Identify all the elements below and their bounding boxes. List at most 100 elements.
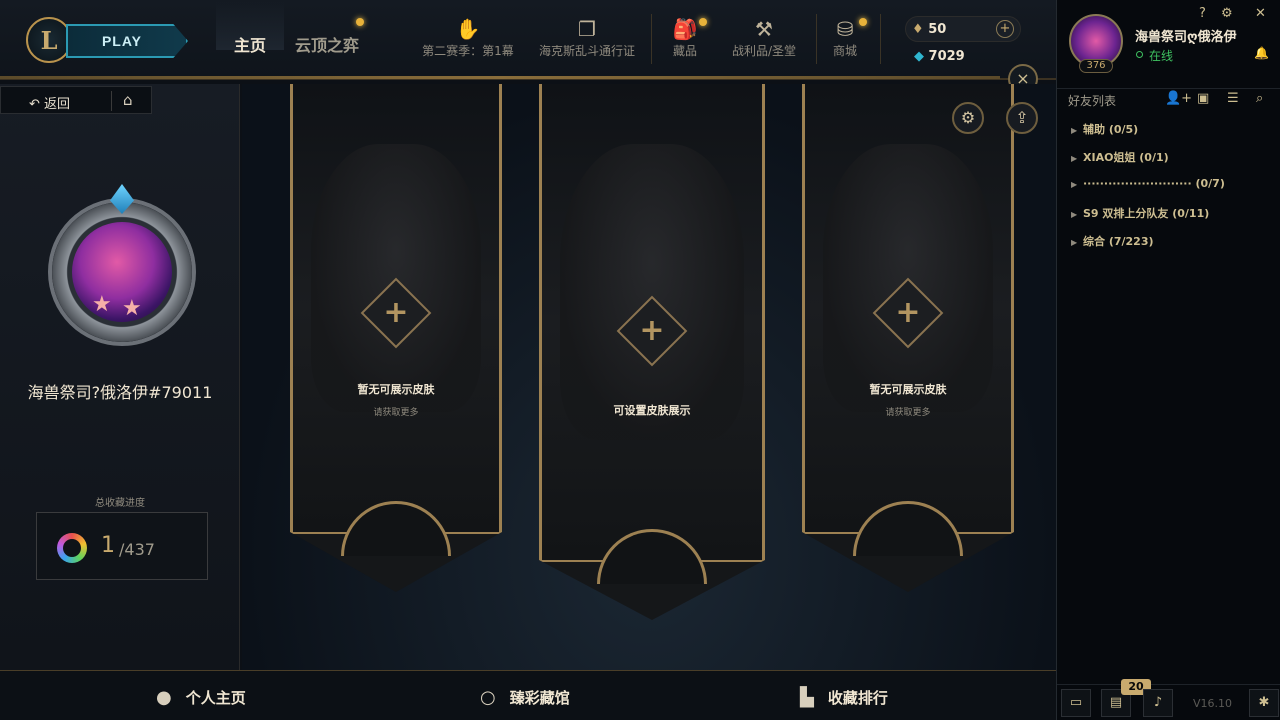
chevron-right-icon: ▶ [1071,180,1078,189]
summoner-name: 海兽祭司?俄洛伊#79011 [27,383,213,402]
ring-icon: ○ [480,687,496,708]
collection-progress-label: 总收藏进度 [95,498,145,509]
banner-title: 暂无可展示皮肤 [357,383,435,396]
ranking-icon: ▙ [800,687,814,708]
tab-label: 臻彩藏馆 [509,689,570,707]
plus-icon: + [895,295,921,330]
friend-group-label: S9 双排上分队友 (0/11) [1083,207,1210,220]
profile-left-panel: ↶ 返回 ⌂ ★ ★ 海兽祭司?俄洛伊#79011 总收藏进度 1 /437 [0,84,240,670]
friend-group[interactable]: ▶ XIAO姐姐 (0/1) [1071,149,1169,165]
help-icon[interactable]: ? [1199,6,1206,21]
list-view-icon[interactable]: ☰ [1227,91,1239,106]
sidebar-bottom-bar: ▭ ▤ 20 ♪ V16.10 ✱ [1057,679,1280,720]
microphone-icon[interactable]: ♪ [1143,689,1173,717]
be-value: 7029 [928,49,965,64]
banner-decoration [560,144,744,440]
collection-notification-dot [699,18,707,26]
top-nav-bar: L PLAY 主页 云顶之弈 ✋ 第二赛季：第1幕 ❐ 海克斯乱斗通行证 🎒 藏… [0,0,1056,80]
nav-store-label: 商城 [832,44,857,58]
nav-collection-label: 藏品 [672,44,697,58]
chevron-right-icon: ▶ [1071,126,1078,135]
nav-divider [816,14,817,64]
add-rp-button[interactable]: + [996,20,1014,38]
friend-group[interactable]: ▶ S9 双排上分队友 (0/11) [1071,205,1209,221]
plus-icon: + [639,313,665,348]
banner-title: 可设置皮肤展示 [613,404,691,417]
showcase-banner-left[interactable]: + 暂无可展示皮肤 请获取更多 [290,84,502,592]
rp-icon: ♦ [912,22,929,37]
showcase-banner-right[interactable]: + 暂无可展示皮肤 请获取更多 [802,84,1014,592]
nav-divider [880,14,881,64]
tab-collection-ranking[interactable]: ▙ 收藏排行 [800,687,888,708]
tab-label: 个人主页 [185,689,246,707]
summoner-level-badge: 376 [1079,59,1113,73]
play-button-label: PLAY [101,33,143,49]
home-icon[interactable]: ⌂ [123,91,133,109]
banner-arc [853,501,963,556]
cards-icon: ❐ [578,17,596,41]
star-icon: ★ [122,296,142,321]
nav-store[interactable]: ⛁ 商城 [828,16,862,59]
collection-count: 1 [101,533,115,558]
friend-group-label: 综合 (7/223) [1083,235,1154,248]
back-bar: ↶ 返回 ⌂ [0,86,152,114]
coins-icon: ⛁ [836,17,854,41]
tab-collection-hall[interactable]: ○ 臻彩藏馆 [480,687,570,708]
profile-bottom-tabs: ● 个人主页 ○ 臻彩藏馆 ▙ 收藏排行 [0,670,1056,720]
search-icon[interactable]: ⌕ [1256,91,1263,106]
chat-icon[interactable]: ▭ [1061,689,1091,717]
back-label: 返回 [44,97,71,112]
add-friend-icon[interactable]: 👤+ [1165,91,1192,106]
hammer-icon: ⚒ [755,17,773,41]
league-logo-icon[interactable]: L [26,17,72,63]
collection-total: /437 [119,540,155,559]
settings-icon[interactable]: ⚙ [952,102,984,134]
play-button[interactable]: PLAY [66,24,188,58]
friends-list-title: 好友列表 [1068,94,1117,108]
collection-progress-box[interactable]: 1 /437 [36,512,208,580]
chevron-right-icon: ▶ [1071,154,1078,163]
bell-icon[interactable]: 🔔 [1254,46,1269,60]
banner-arc [341,501,451,556]
topbar-gold-divider [0,76,1000,79]
rp-balance: ♦ 50 [912,22,946,37]
window-settings-icon[interactable]: ⚙ [1221,6,1233,21]
bug-report-icon[interactable]: ✱ [1249,689,1279,717]
add-folder-icon[interactable]: ▣ [1197,91,1209,106]
banner-title: 暂无可展示皮肤 [869,383,947,396]
online-status-icon [1136,51,1143,58]
store-notification-dot [859,18,867,26]
showcase-banner-center[interactable]: + 可设置皮肤展示 [539,84,765,620]
banner-arc [597,529,707,584]
friend-group[interactable]: ▶ 综合 (7/223) [1071,233,1154,249]
summoner-emblem[interactable]: ★ ★ [42,184,202,354]
collection-ring-icon [57,533,87,563]
nav-season[interactable]: ✋ 第二赛季：第1幕 [420,16,516,59]
nav-loot[interactable]: ⚒ 战利品/圣堂 [728,16,800,59]
skin-showcase-area: + 暂无可展示皮肤 请获取更多 + 可设置皮肤展示 + 暂无可展示皮肤 请获取更… [242,84,1056,670]
client-window: L PLAY 主页 云顶之弈 ✋ 第二赛季：第1幕 ❐ 海克斯乱斗通行证 🎒 藏… [0,0,1280,720]
nav-loot-label: 战利品/圣堂 [731,44,797,58]
back-button[interactable]: ↶ 返回 [29,93,70,112]
window-close-icon[interactable]: ✕ [1255,6,1266,21]
banner-subtitle: 请获取更多 [885,408,931,418]
sidebar-summoner-name: 海兽祭司ღ俄洛伊 [1135,30,1237,45]
back-arrow-icon: ↶ [29,97,45,112]
friend-group[interactable]: ▶ ·························· (0/7) [1071,177,1225,190]
tab-home[interactable]: 主页 [216,0,284,55]
nav-pass-label: 海克斯乱斗通行证 [538,44,635,58]
nav-pass[interactable]: ❐ 海克斯乱斗通行证 [537,16,637,59]
friend-group[interactable]: ▶ 辅助 (0/5) [1071,121,1138,137]
tab-tft[interactable]: 云顶之弈 [295,32,359,56]
blue-essence-icon: ◆ [914,49,929,64]
nav-season-label: 第二赛季：第1幕 [422,44,514,58]
friend-group-label: ·························· (0/7) [1083,177,1225,190]
friend-group-label: XIAO姐姐 (0/1) [1083,151,1169,164]
chevron-right-icon: ▶ [1071,238,1078,247]
nav-divider [651,14,652,64]
share-icon[interactable]: ⇪ [1006,102,1038,134]
profile-icon: ● [156,687,172,708]
status-text[interactable]: 在线 [1149,47,1173,64]
tab-profile-overview[interactable]: ● 个人主页 [156,687,246,708]
rune-icon: ✋ [455,17,481,41]
